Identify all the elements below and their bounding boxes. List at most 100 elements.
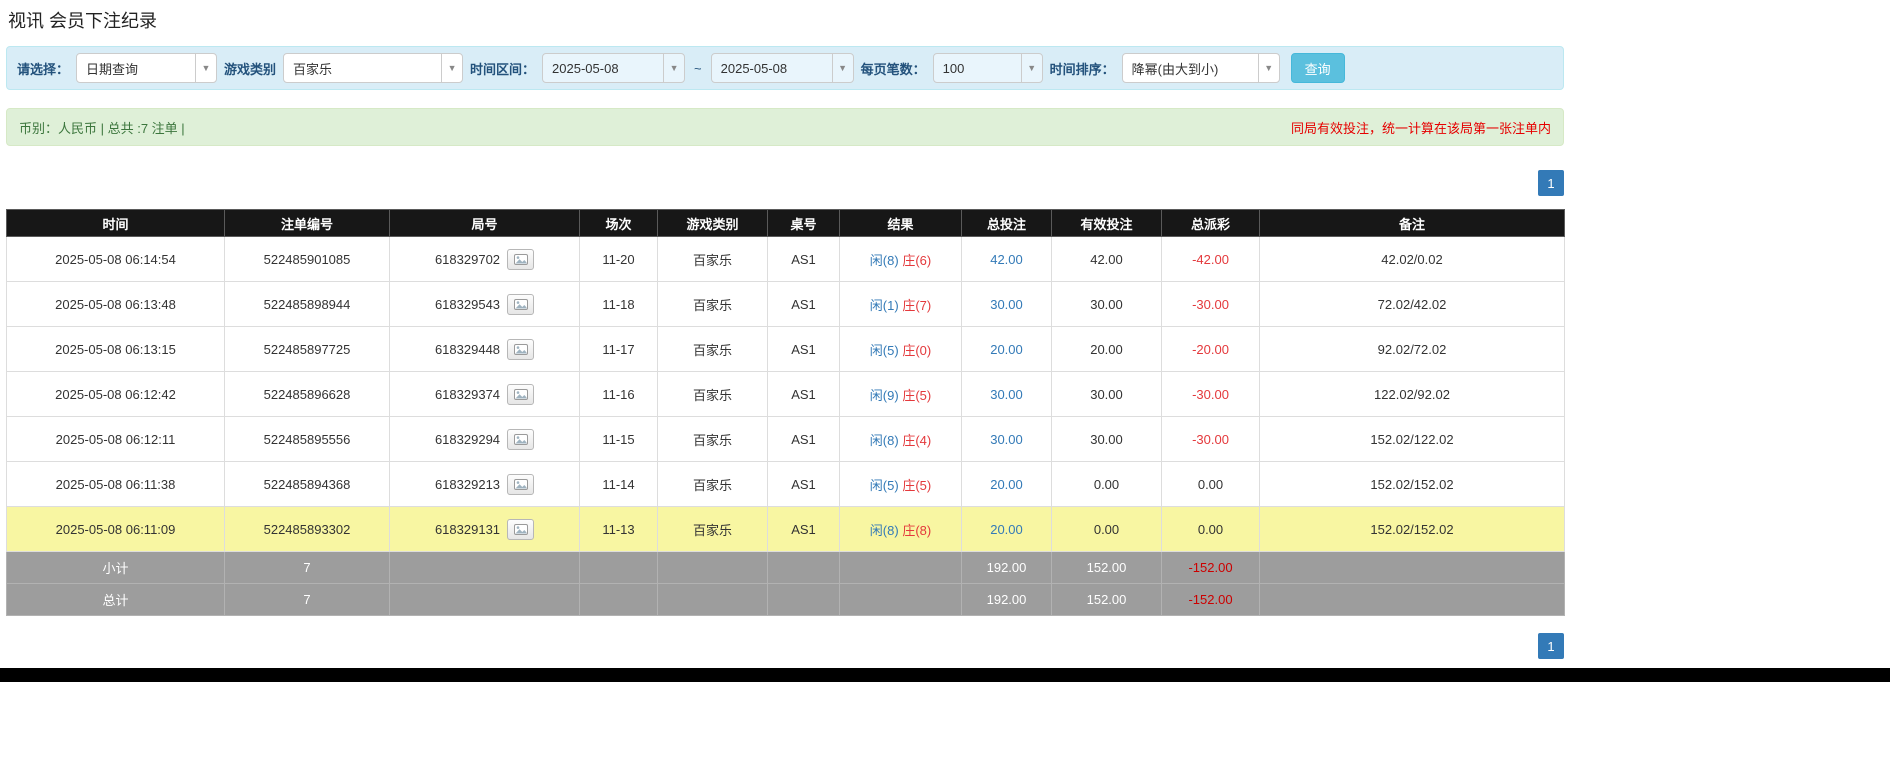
round-detail-button[interactable] <box>507 383 535 405</box>
round-detail-button[interactable] <box>507 248 535 270</box>
cell-table: AS1 <box>767 461 840 507</box>
header-round: 局号 <box>389 209 580 237</box>
grand-total-count: 7 <box>224 583 390 616</box>
cell-bet-id: 522485898944 <box>224 281 390 327</box>
cell-bet-id: 522485896628 <box>224 371 390 417</box>
cell-session: 11-17 <box>579 326 658 372</box>
header-total-bet: 总投注 <box>961 209 1052 237</box>
cell-table: AS1 <box>767 281 840 327</box>
range-separator: ~ <box>694 60 702 76</box>
cell-time: 2025-05-08 06:12:42 <box>6 371 225 417</box>
header-valid-bet: 有效投注 <box>1051 209 1162 237</box>
main-content: 视讯 会员下注纪录 请选择： 日期查询 ▼ 游戏类别 百家乐 ▼ 时间区间： 2… <box>6 0 1565 659</box>
table-row: 2025-05-08 06:14:54 522485901085 6183297… <box>6 236 1565 282</box>
result-banker: 庄(5) <box>902 477 932 493</box>
total-bet-link[interactable]: 30.00 <box>990 297 1023 312</box>
cell-valid-bet: 30.00 <box>1051 416 1162 462</box>
cell-time: 2025-05-08 06:12:11 <box>6 416 225 462</box>
round-detail-button[interactable] <box>507 338 535 360</box>
page-title: 视讯 会员下注纪录 <box>8 11 158 31</box>
round-detail-button[interactable] <box>507 293 535 315</box>
cell-valid-bet: 0.00 <box>1051 506 1162 552</box>
chevron-down-icon: ▼ <box>831 54 853 82</box>
round-id: 618329294 <box>434 431 501 447</box>
cell-result: 闲(8) 庄(4) <box>839 416 962 462</box>
cell-game-type: 百家乐 <box>657 506 768 552</box>
game-result-image-icon <box>513 478 528 490</box>
cell-payout: -30.00 <box>1161 416 1260 462</box>
table-row: 2025-05-08 06:12:11 522485895556 6183292… <box>6 416 1565 462</box>
cell-round: 618329543 <box>389 281 580 327</box>
page-size-select[interactable]: 100 ▼ <box>932 53 1043 83</box>
cell-table: AS1 <box>767 371 840 417</box>
round-id: 618329543 <box>434 296 501 312</box>
cell-remark: 42.02/0.02 <box>1259 236 1565 282</box>
cell-valid-bet: 20.00 <box>1051 326 1162 372</box>
total-bet-link[interactable]: 20.00 <box>990 477 1023 492</box>
date-from-select[interactable]: 2025-05-08 ▼ <box>542 53 686 83</box>
cell-total-bet: 42.00 <box>961 236 1052 282</box>
result-player: 闲(8) <box>869 432 899 448</box>
date-to-select[interactable]: 2025-05-08 ▼ <box>710 53 854 83</box>
search-button[interactable]: 查询 <box>1290 53 1345 83</box>
cell-session: 11-20 <box>579 236 658 282</box>
cell-total-bet: 20.00 <box>961 461 1052 507</box>
cell-session: 11-15 <box>579 416 658 462</box>
cell-table: AS1 <box>767 326 840 372</box>
cell-payout: -20.00 <box>1161 326 1260 372</box>
subtotal-valid-bet: 152.00 <box>1051 551 1162 584</box>
header-result: 结果 <box>839 209 962 237</box>
game-result-image-icon <box>513 343 528 355</box>
cell-session: 11-14 <box>579 461 658 507</box>
round-detail-button[interactable] <box>507 518 535 540</box>
cell-bet-id: 522485893302 <box>224 506 390 552</box>
sort-order-select[interactable]: 降幂(由大到小) ▼ <box>1121 53 1280 83</box>
total-bet-link[interactable]: 20.00 <box>990 342 1023 357</box>
cell-payout: -30.00 <box>1161 281 1260 327</box>
header-payout: 总派彩 <box>1161 209 1260 237</box>
grand-total-label: 总计 <box>6 583 225 616</box>
cell-round: 618329702 <box>389 236 580 282</box>
table-row: 2025-05-08 06:11:38 522485894368 6183292… <box>6 461 1565 507</box>
date-query-select[interactable]: 日期查询 ▼ <box>76 53 218 83</box>
cell-valid-bet: 42.00 <box>1051 236 1162 282</box>
cell-session: 11-13 <box>579 506 658 552</box>
currency-summary: 币别：人民币 | 总共 :7 注单 | <box>19 120 185 136</box>
date-to-value: 2025-05-08 <box>720 60 788 76</box>
round-detail-button[interactable] <box>507 428 535 450</box>
cell-time: 2025-05-08 06:13:48 <box>6 281 225 327</box>
cell-remark: 92.02/72.02 <box>1259 326 1565 372</box>
total-bet-link[interactable]: 30.00 <box>990 387 1023 402</box>
game-result-image-icon <box>513 298 528 310</box>
date-query-value: 日期查询 <box>86 61 139 77</box>
total-bet-link[interactable]: 42.00 <box>990 252 1023 267</box>
result-banker: 庄(0) <box>902 342 932 358</box>
page-number-button[interactable]: 1 <box>1538 170 1564 196</box>
cell-result: 闲(5) 庄(5) <box>839 461 962 507</box>
page-number-button[interactable]: 1 <box>1538 633 1564 659</box>
cell-remark: 122.02/92.02 <box>1259 371 1565 417</box>
cell-round: 618329294 <box>389 416 580 462</box>
cell-game-type: 百家乐 <box>657 461 768 507</box>
time-range-label: 时间区间： <box>470 61 536 77</box>
cell-result: 闲(8) 庄(6) <box>839 236 962 282</box>
grand-total-row: 总计 7 192.00 152.00 -152.00 <box>6 583 1565 616</box>
result-player: 闲(8) <box>869 522 899 538</box>
header-game-type: 游戏类别 <box>657 209 768 237</box>
round-id: 618329374 <box>434 386 501 402</box>
round-detail-button[interactable] <box>507 473 535 495</box>
total-bet-link[interactable]: 30.00 <box>990 432 1023 447</box>
cell-session: 11-18 <box>579 281 658 327</box>
result-banker: 庄(5) <box>902 387 932 403</box>
cell-total-bet: 30.00 <box>961 371 1052 417</box>
result-player: 闲(5) <box>869 342 899 358</box>
total-bet-link[interactable]: 20.00 <box>990 522 1023 537</box>
cell-valid-bet: 30.00 <box>1051 371 1162 417</box>
header-bet-id: 注单编号 <box>224 209 390 237</box>
bottom-black-bar <box>0 668 1890 682</box>
game-type-select[interactable]: 百家乐 ▼ <box>283 53 464 83</box>
cell-game-type: 百家乐 <box>657 281 768 327</box>
header-session: 场次 <box>579 209 658 237</box>
header-remark: 备注 <box>1259 209 1565 237</box>
result-player: 闲(1) <box>869 297 899 313</box>
